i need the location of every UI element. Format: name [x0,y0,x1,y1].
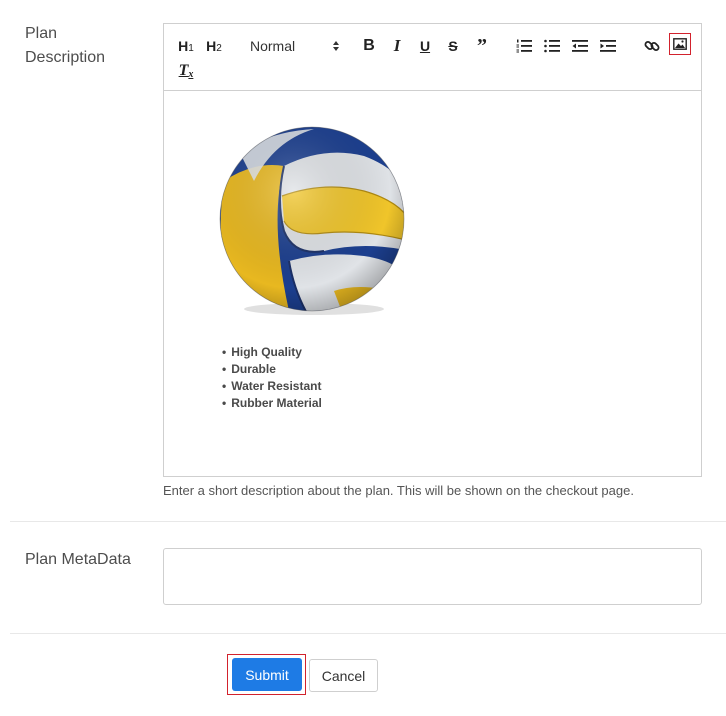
list-item: Rubber Material [222,395,322,412]
divider [10,633,726,634]
plan-description-label: Plan Description [25,25,106,66]
cancel-button[interactable]: Cancel [309,659,378,692]
submit-button[interactable]: Submit [232,658,302,691]
feature-list: High Quality Durable Water Resistant Rub… [222,344,322,412]
clear-format-sub: x [188,68,194,80]
clear-format-letter: T [178,62,189,79]
rich-text-editor: H1 H2 Normal B I U S ” T x • High Qualit… [163,23,702,477]
h1-sub: 1 [188,42,194,54]
strikethrough-button[interactable]: S [444,35,462,57]
editor-toolbar: H1 H2 Normal B I U S ” T x [164,24,701,91]
select-arrows-icon [332,40,340,52]
editor-content[interactable]: High Quality Durable Water Resistant Rub… [164,91,701,476]
h2-sub: 2 [216,42,222,54]
bold-button[interactable]: B [360,35,378,57]
ordered-list-icon[interactable] [514,35,534,57]
format-select[interactable]: Normal [250,35,340,57]
list-item: High Quality [222,344,322,361]
insert-image-icon[interactable] [669,33,691,55]
volleyball-image [219,126,405,315]
clear-format-button[interactable]: Tx [176,60,196,82]
italic-button[interactable]: I [388,35,406,57]
h1-letter: H [178,38,189,54]
description-help-text: Enter a short description about the plan… [163,483,634,498]
heading-1-button[interactable]: H1 [174,35,198,57]
outdent-icon[interactable] [570,35,590,57]
blockquote-button[interactable]: ” [472,35,492,57]
heading-2-button[interactable]: H2 [202,35,226,57]
indent-icon[interactable] [598,35,618,57]
h2-letter: H [206,38,217,54]
plan-metadata-input[interactable] [163,548,702,605]
divider [10,521,726,522]
link-icon[interactable] [642,35,662,57]
format-select-value: Normal [250,38,296,54]
list-item: Durable [222,361,322,378]
plan-metadata-label: Plan MetaData [25,551,131,568]
list-item: Water Resistant [222,378,322,395]
bullet-list-icon[interactable] [542,35,562,57]
underline-button[interactable]: U [416,35,434,57]
